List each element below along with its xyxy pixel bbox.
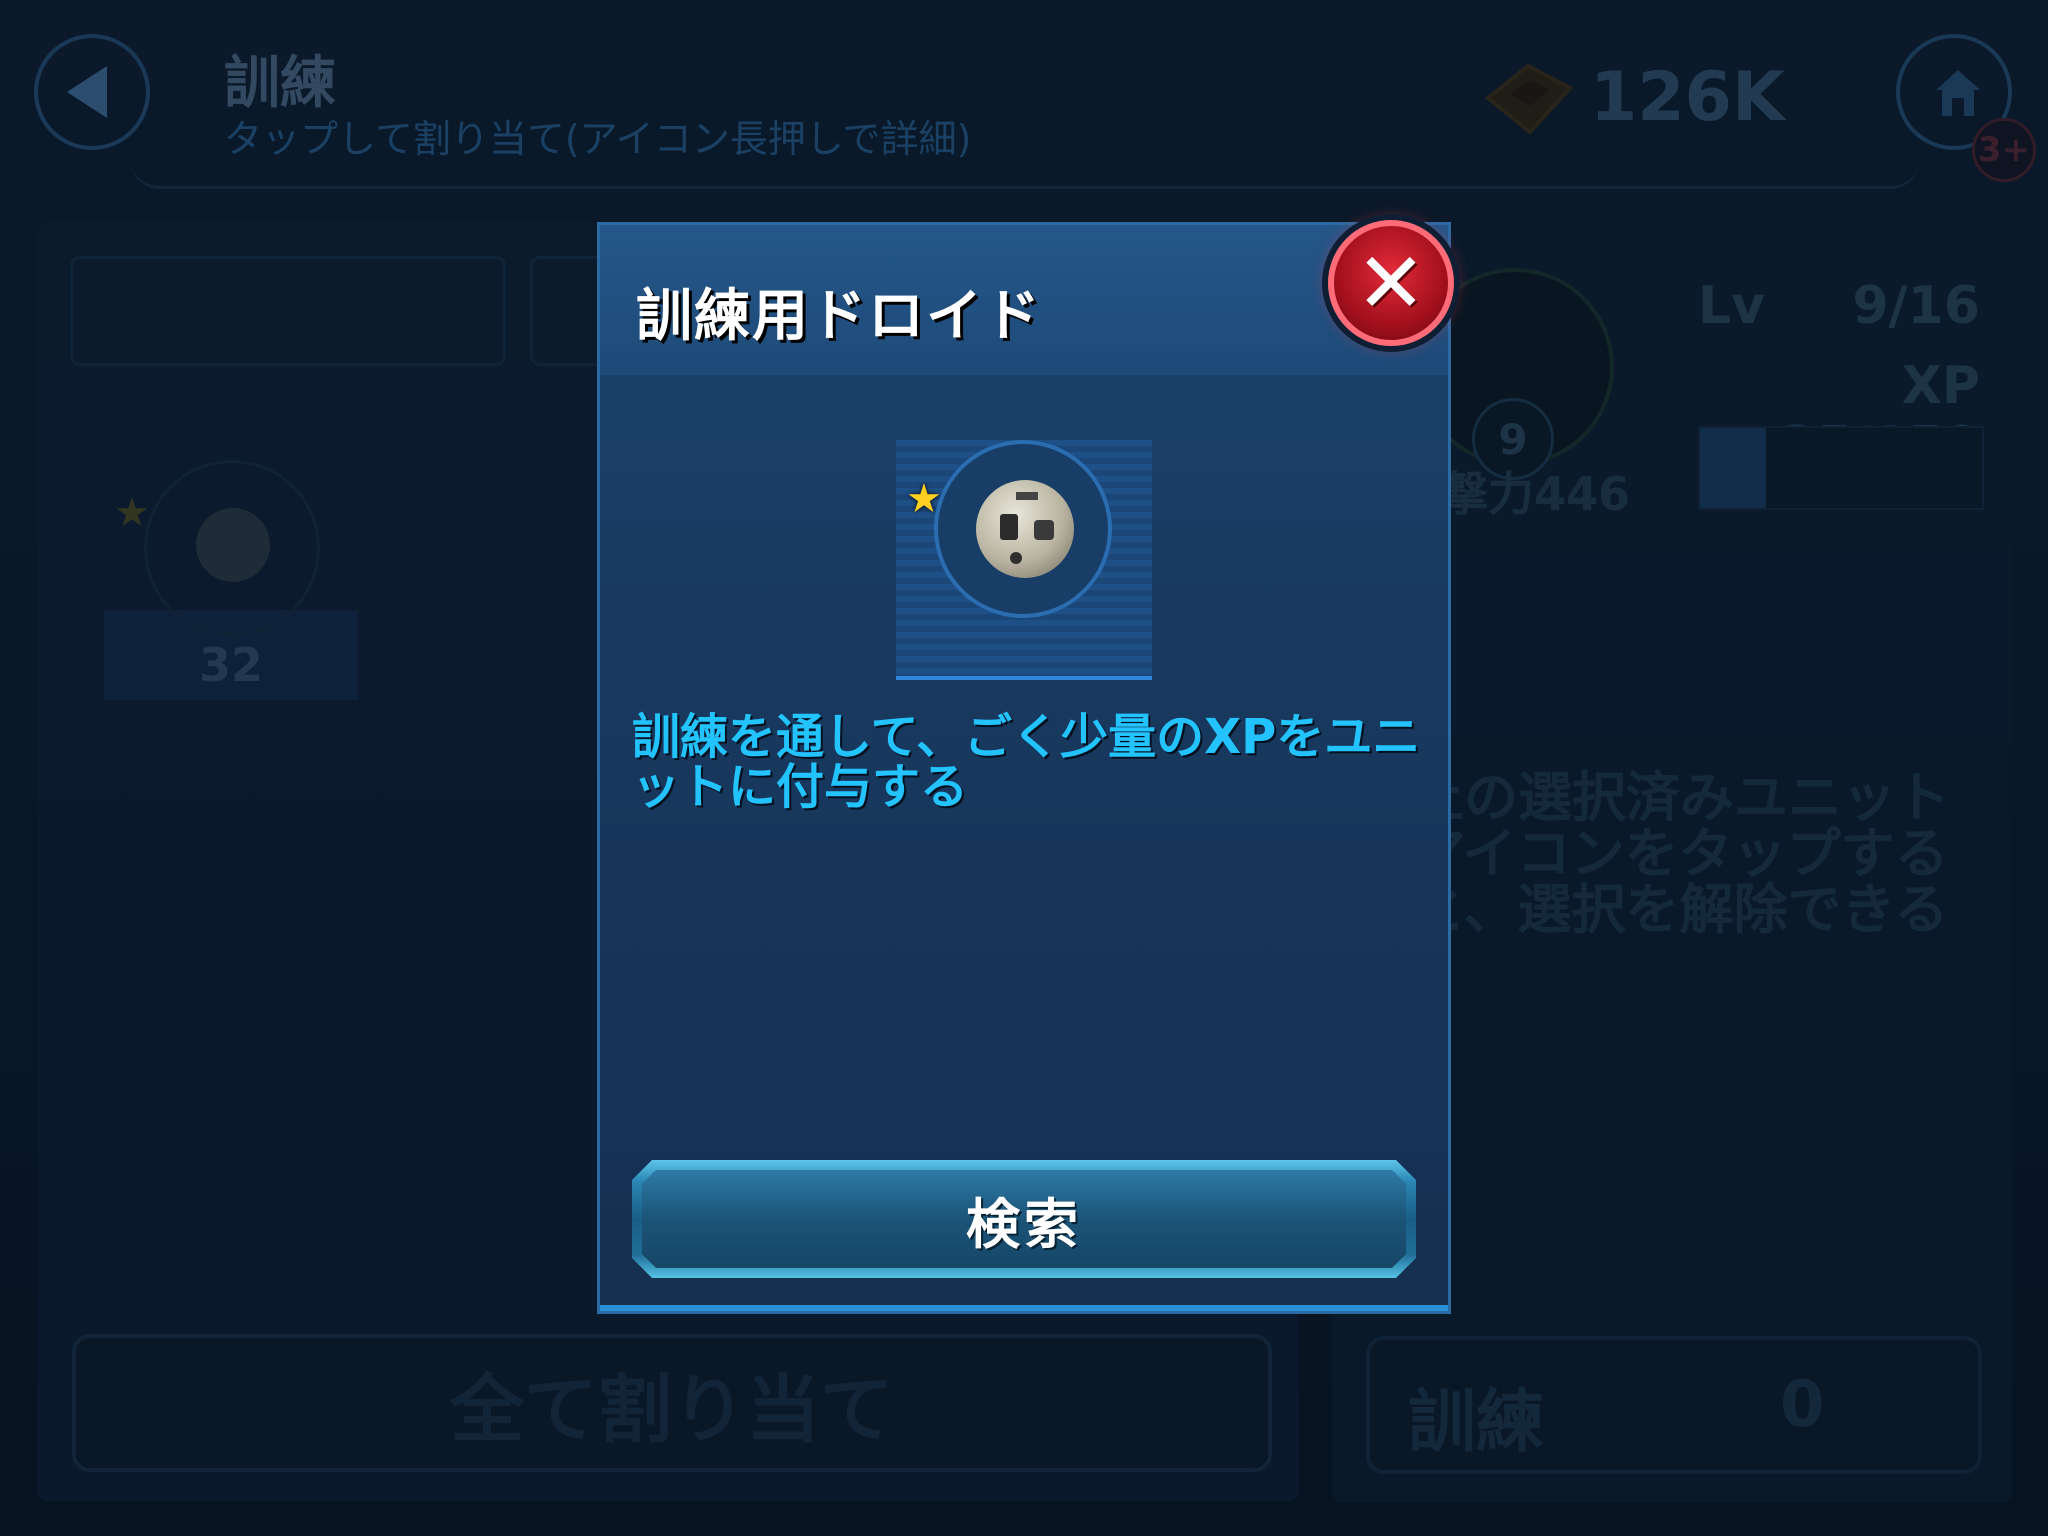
droid-panel (1034, 520, 1054, 540)
droid-panel (1010, 552, 1022, 564)
modal-title: 訓練用ドロイド (636, 284, 1042, 349)
training-droid-icon (976, 480, 1074, 578)
search-button-label: 検索 (966, 1192, 1082, 1256)
search-button[interactable]: 検索 (632, 1160, 1416, 1278)
droid-panel (1016, 492, 1038, 500)
close-icon: ✕ (1355, 234, 1427, 332)
close-button[interactable]: ✕ (1328, 220, 1454, 346)
item-description: 訓練を通して、ごく少量のXPをユニットに付与する (632, 709, 1421, 815)
star-icon: ★ (906, 476, 942, 522)
droid-panel (1000, 514, 1018, 540)
